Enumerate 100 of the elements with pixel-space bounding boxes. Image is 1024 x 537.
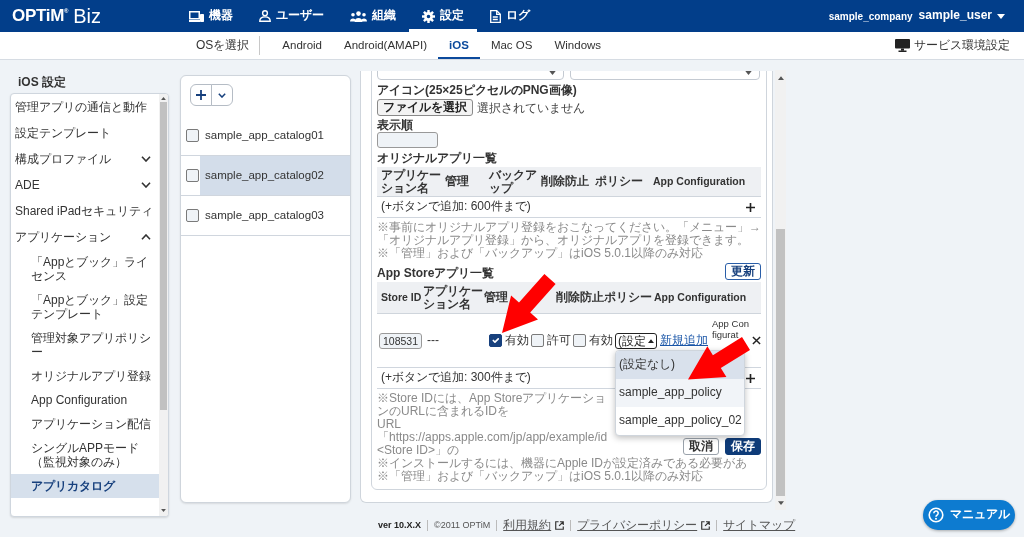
add-hint-text: (+ボタンで追加: 600件まで) xyxy=(381,199,531,215)
save-button[interactable]: 保存 xyxy=(725,438,761,455)
sidebar-subitem[interactable]: App Configuration xyxy=(11,388,159,412)
user-icon xyxy=(259,10,271,22)
nav-tab[interactable]: ログ xyxy=(477,0,543,32)
chevron-down-icon xyxy=(218,92,226,98)
add-button[interactable] xyxy=(190,84,212,106)
company-name: sample_company xyxy=(828,9,913,23)
sidebar-subitem[interactable]: シングルAPPモード（監視対象のみ） xyxy=(11,436,159,474)
scroll-down-icon xyxy=(777,501,784,505)
service-settings-link[interactable]: サービス環境設定 xyxy=(895,37,1010,54)
caret-up-icon xyxy=(648,338,654,343)
order-field[interactable] xyxy=(377,132,438,148)
policy-select[interactable]: (設定 xyxy=(615,332,657,349)
checkbox[interactable] xyxy=(186,209,199,222)
version-text: ver 10.X.X xyxy=(378,519,422,532)
nav-tab[interactable]: 機器 xyxy=(176,0,246,32)
cancel-button[interactable]: 取消 xyxy=(683,438,719,455)
os-tab[interactable]: iOS xyxy=(438,32,480,59)
plus-icon xyxy=(196,90,206,100)
checkbox-label[interactable]: 有効 xyxy=(505,332,529,349)
devices-icon xyxy=(189,10,204,22)
catalog-item[interactable]: sample_app_catalog01 xyxy=(200,116,350,155)
checkbox[interactable] xyxy=(186,129,199,142)
footer-link[interactable]: サイトマップ xyxy=(723,518,796,532)
copyright-text: ©2011 OPTiM xyxy=(434,519,491,532)
column-header: ポリシー xyxy=(604,291,653,304)
os-tab[interactable]: Android(AMAPI) xyxy=(333,32,439,59)
file-status-text: 選択されていません xyxy=(477,100,585,115)
footer-link[interactable]: プライバシーポリシー xyxy=(577,518,711,532)
nav-tab[interactable]: ユーザー xyxy=(246,0,337,32)
store-id-field[interactable]: 108531 xyxy=(379,332,422,349)
sidebar-item[interactable]: 管理アプリの通信と動作 xyxy=(11,94,159,120)
scrollbar-thumb[interactable] xyxy=(776,229,785,496)
external-link-icon xyxy=(701,520,711,530)
section-title: オリジナルアプリ一覧 xyxy=(377,151,498,165)
sidebar-subitem[interactable]: オリジナルアプリ登録 xyxy=(11,364,159,388)
new-policy-link[interactable]: 新規追加 xyxy=(660,332,708,349)
sidebar-item[interactable]: 設定テンプレート xyxy=(11,120,159,146)
column-header: Store ID xyxy=(381,291,423,304)
note-text: ※Store IDには、App StoreアプリケーションのURLに含まれるIDを xyxy=(377,392,608,418)
column-header: App Configuration xyxy=(653,175,746,188)
caret-down-icon xyxy=(549,71,556,75)
column-header: ポリシー xyxy=(595,175,644,188)
field-label: アイコン(25×25ピクセルのPNG画像) xyxy=(377,83,578,97)
refresh-button[interactable]: 更新 xyxy=(725,263,761,280)
sidebar-subitem[interactable]: アプリケーション配信 xyxy=(11,412,159,436)
column-header: アプリケーション名 xyxy=(381,168,442,195)
caret-down-icon xyxy=(997,13,1005,19)
sidebar-group[interactable]: 構成プロファイル xyxy=(11,146,159,172)
checkbox[interactable] xyxy=(489,334,502,347)
manual-button[interactable]: マニュアル xyxy=(923,500,1015,530)
note-text: ※事前にオリジナルアプリ登録をおこなってください。「メニュー」→「オリジナルアプリ登録」から、オリジナルアプリを登録できます。 xyxy=(377,221,761,247)
dropdown-option[interactable]: sample_app_policy xyxy=(616,378,744,407)
catalog-item[interactable]: sample_app_catalog03 xyxy=(200,196,350,235)
checkbox-label[interactable]: 有効 xyxy=(589,332,613,349)
chevron-up-icon xyxy=(141,234,151,240)
scroll-down-icon xyxy=(161,509,166,512)
checkbox[interactable] xyxy=(186,169,199,182)
scrollbar-track[interactable] xyxy=(775,70,786,510)
column-header: アプリケーション名 xyxy=(423,284,484,311)
sidebar-subitem[interactable]: 「Appとブック」設定テンプレート xyxy=(11,288,159,326)
monitor-icon xyxy=(895,39,910,52)
plus-icon[interactable] xyxy=(746,202,755,212)
checkbox-label[interactable]: 許可 xyxy=(547,332,571,349)
chevron-down-icon xyxy=(141,182,151,188)
sidebar-title: iOS 設定 xyxy=(17,74,67,90)
sidebar-item[interactable]: Shared iPadセキュリティ xyxy=(11,198,159,224)
scrollbar-thumb[interactable] xyxy=(160,102,167,410)
scroll-up-icon xyxy=(161,97,166,100)
sidebar-group[interactable]: ADE xyxy=(11,172,159,198)
close-icon[interactable] xyxy=(752,336,761,345)
sidebar-subitem[interactable]: 管理対象アプリポリシー xyxy=(11,326,159,364)
column-header: バックアップ xyxy=(489,168,538,195)
column-header: 削除防止 xyxy=(541,175,590,188)
sidebar-subitem[interactable]: 「Appとブック」ライセンス xyxy=(11,250,159,288)
checkbox[interactable] xyxy=(531,334,544,347)
dropdown-option[interactable]: sample_app_policy_02 xyxy=(616,406,744,435)
os-tab[interactable]: Mac OS xyxy=(479,32,544,59)
file-select-button[interactable]: ファイルを選択 xyxy=(377,99,473,116)
app-config-text: App Configurat xyxy=(712,318,750,340)
column-header: 削除防止 xyxy=(556,291,604,304)
catalog-item[interactable]: sample_app_catalog02 xyxy=(200,156,350,195)
os-tab[interactable]: Android xyxy=(271,32,333,59)
plus-icon[interactable] xyxy=(746,373,755,383)
checkbox[interactable] xyxy=(573,334,586,347)
sidebar-subitem[interactable]: アプリカタログ xyxy=(11,474,159,498)
user-menu[interactable]: sample_user xyxy=(918,8,1005,24)
add-hint-text: (+ボタンで追加: 300件まで) xyxy=(381,370,531,386)
scrollbar-track[interactable] xyxy=(159,94,168,516)
scroll-up-icon xyxy=(777,76,784,80)
sidebar-group[interactable]: アプリケーション xyxy=(11,224,159,250)
note-text: URL「https://apps.apple.com/jp/app/example/id<Store ID>」の xyxy=(377,418,609,457)
nav-tab[interactable]: 組織 xyxy=(337,0,409,32)
footer-link[interactable]: 利用規約 xyxy=(503,518,565,532)
logo: OPTiM$^{®}$ Biz xyxy=(11,4,102,29)
menu-toggle-button[interactable] xyxy=(211,84,233,106)
people-group-icon xyxy=(350,10,367,22)
os-tab[interactable]: Windows xyxy=(543,32,613,59)
column-header: 管理 xyxy=(484,291,509,304)
